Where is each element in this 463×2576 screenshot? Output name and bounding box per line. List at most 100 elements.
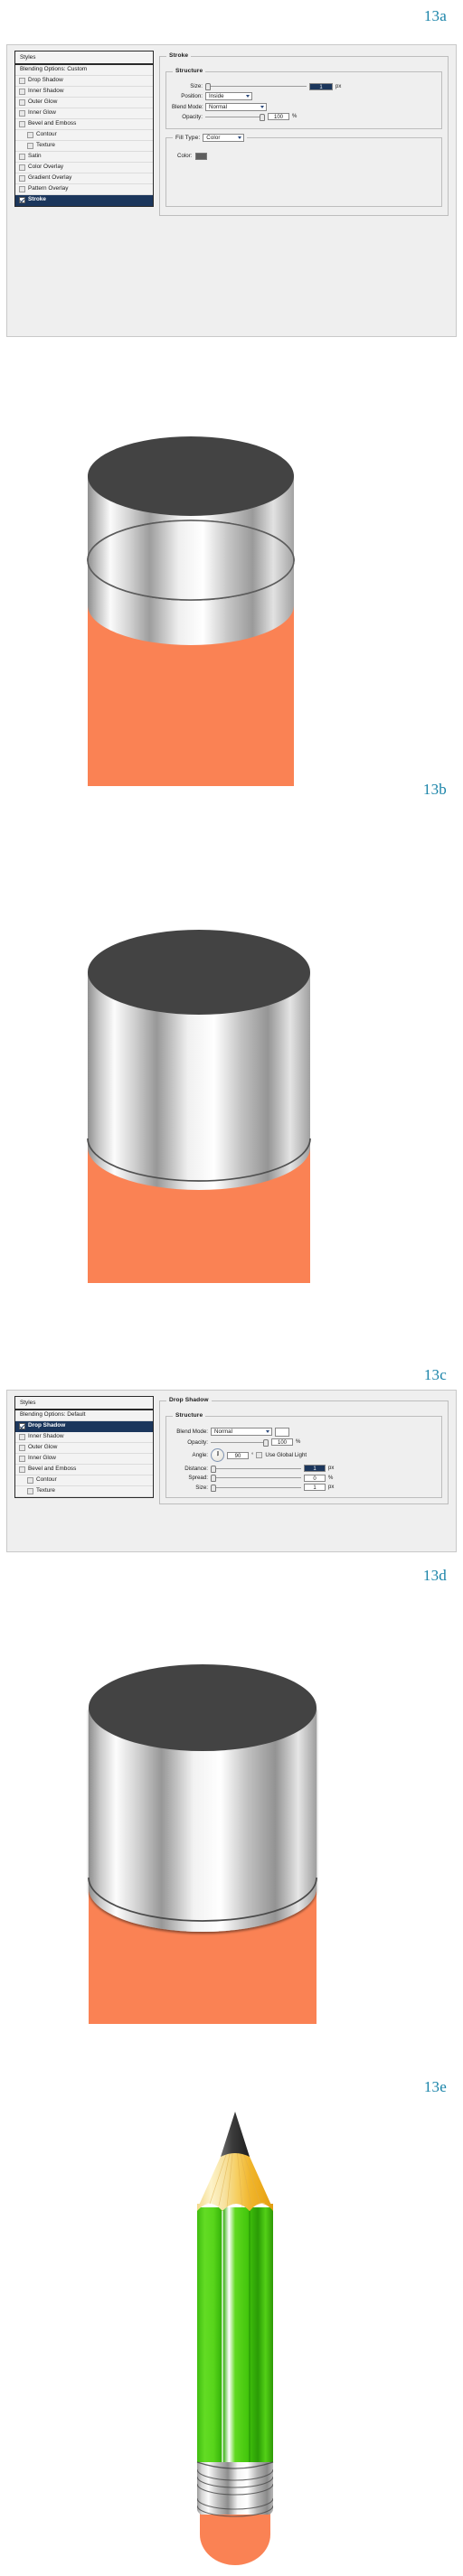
cylinder-top	[88, 436, 294, 516]
slider-knob[interactable]	[211, 1475, 216, 1482]
style-row-bevel-and-emboss[interactable]: Bevel and Emboss	[15, 1465, 153, 1475]
slider-knob[interactable]	[205, 83, 211, 90]
style-row-texture[interactable]: Texture	[15, 1486, 153, 1497]
style-row-contour[interactable]: Contour	[15, 130, 153, 141]
fill-type-select[interactable]: Color	[203, 133, 245, 142]
position-select[interactable]: Inside	[205, 92, 252, 100]
distance-slider[interactable]	[211, 1465, 301, 1473]
checkbox-icon[interactable]	[19, 174, 25, 182]
opacity-value-input[interactable]: 100	[271, 1438, 293, 1446]
structure-group-title: Structure	[173, 68, 206, 74]
style-row-stroke[interactable]: Stroke	[15, 194, 153, 206]
spread-unit: %	[328, 1475, 334, 1481]
blend-mode-select[interactable]: Normal	[205, 102, 267, 111]
checkbox-icon[interactable]	[27, 1476, 33, 1484]
style-row-inner-glow[interactable]: Inner Glow	[15, 108, 153, 119]
checkbox-icon[interactable]	[19, 164, 25, 171]
opacity-unit: %	[292, 114, 298, 119]
styles-column: Styles Blending Options: Default Drop Sh…	[7, 1391, 154, 1551]
size-unit: px	[335, 83, 342, 89]
checkbox-icon[interactable]	[19, 88, 25, 95]
checkbox-icon[interactable]	[27, 142, 33, 149]
distance-field[interactable]: Distance: 1 px	[172, 1465, 436, 1473]
blending-options-row[interactable]: Blending Options: Default	[15, 1410, 153, 1421]
figure-label-13c: 13c	[423, 1366, 447, 1383]
cylinder-artwork-13d	[54, 1590, 353, 2024]
size-slider[interactable]	[205, 83, 307, 90]
opacity-unit: %	[296, 1439, 301, 1445]
color-swatch[interactable]	[194, 152, 207, 160]
angle-field[interactable]: Angle: 90 ° Use Global Light	[172, 1448, 436, 1462]
pencil-artwork-13e	[163, 2110, 307, 2576]
opacity-value-input[interactable]: 100	[268, 113, 289, 120]
color-field[interactable]: Color:	[172, 152, 436, 160]
style-row-drop-shadow[interactable]: Drop Shadow	[15, 1420, 153, 1432]
size-label: Size:	[190, 83, 203, 89]
distance-value-input[interactable]: 1	[304, 1465, 326, 1472]
slider-knob[interactable]	[263, 1438, 269, 1447]
checkbox-checked-icon[interactable]	[19, 1422, 25, 1429]
drop-shadow-options-panel: Drop Shadow Structure Blend Mode: Normal…	[154, 1391, 456, 1551]
checkbox-icon[interactable]	[27, 1487, 33, 1494]
opacity-slider[interactable]	[211, 1438, 269, 1447]
blend-mode-field[interactable]: Blend Mode: Normal	[172, 1427, 436, 1437]
blend-mode-select[interactable]: Normal	[211, 1428, 272, 1436]
fill-type-value: Color	[206, 134, 221, 141]
style-row-inner-glow[interactable]: Inner Glow	[15, 1454, 153, 1465]
angle-dial[interactable]	[211, 1448, 224, 1462]
checkbox-checked-icon[interactable]	[19, 196, 25, 203]
style-row-outer-glow[interactable]: Outer Glow	[15, 98, 153, 108]
size-slider[interactable]	[211, 1484, 301, 1492]
spread-value-input[interactable]: 0	[304, 1474, 326, 1482]
opacity-field[interactable]: Opacity: 100 %	[172, 1438, 436, 1447]
position-field[interactable]: Position: Inside	[172, 92, 436, 100]
opacity-label: Opacity:	[182, 113, 203, 120]
cylinder-svg	[87, 930, 311, 1283]
layer-style-dialog-stroke[interactable]: Styles Blending Options: Custom Drop Sha…	[6, 44, 457, 337]
layer-style-dialog-drop-shadow[interactable]: Styles Blending Options: Default Drop Sh…	[6, 1390, 457, 1552]
checkbox-icon[interactable]	[19, 1466, 25, 1473]
style-row-bevel-and-emboss[interactable]: Bevel and Emboss	[15, 119, 153, 130]
checkbox-icon[interactable]	[19, 153, 25, 160]
style-row-contour[interactable]: Contour	[15, 1475, 153, 1486]
style-label: Contour	[36, 1475, 57, 1483]
opacity-field[interactable]: Opacity: 100 %	[172, 113, 436, 121]
spread-field[interactable]: Spread: 0 %	[172, 1474, 436, 1482]
style-row-color-overlay[interactable]: Color Overlay	[15, 163, 153, 173]
size-field[interactable]: Size: 1 px	[172, 1484, 436, 1492]
style-row-drop-shadow[interactable]: Drop Shadow	[15, 76, 153, 87]
style-row-outer-glow[interactable]: Outer Glow	[15, 1443, 153, 1454]
blend-mode-value: Normal	[209, 103, 227, 110]
shadow-color-swatch[interactable]	[275, 1427, 289, 1437]
checkbox-icon[interactable]	[19, 1444, 25, 1451]
style-label: Texture	[36, 141, 55, 148]
slider-knob[interactable]	[211, 1484, 216, 1492]
style-row-satin[interactable]: Satin	[15, 152, 153, 163]
blend-mode-field[interactable]: Blend Mode: Normal	[172, 102, 436, 111]
style-row-gradient-overlay[interactable]: Gradient Overlay	[15, 173, 153, 184]
checkbox-icon[interactable]	[27, 131, 33, 138]
checkbox-icon[interactable]	[19, 120, 25, 127]
size-value-input[interactable]: 1	[309, 82, 333, 90]
checkbox-icon[interactable]	[19, 1455, 25, 1462]
style-row-inner-shadow[interactable]: Inner Shadow	[15, 1432, 153, 1443]
size-field[interactable]: Size: 1 px	[172, 82, 436, 90]
checkbox-icon[interactable]	[19, 185, 25, 192]
checkbox-icon[interactable]	[19, 77, 25, 84]
spread-slider[interactable]	[211, 1475, 301, 1482]
slider-knob[interactable]	[211, 1465, 216, 1473]
style-row-inner-shadow[interactable]: Inner Shadow	[15, 87, 153, 98]
checkbox-icon[interactable]	[19, 109, 25, 117]
checkbox-icon[interactable]	[19, 98, 25, 106]
checkbox-icon[interactable]	[19, 1433, 25, 1440]
pencil-ferrule	[197, 2462, 273, 2517]
figure-label-13e: 13e	[423, 2078, 447, 2095]
angle-value-input[interactable]: 90	[227, 1451, 249, 1459]
slider-knob[interactable]	[260, 113, 265, 121]
size-value-input[interactable]: 1	[304, 1484, 326, 1491]
style-row-pattern-overlay[interactable]: Pattern Overlay	[15, 184, 153, 195]
blending-options-row[interactable]: Blending Options: Custom	[15, 65, 153, 76]
opacity-slider[interactable]	[205, 113, 265, 121]
use-global-light-checkbox[interactable]	[256, 1452, 263, 1458]
style-row-texture[interactable]: Texture	[15, 141, 153, 152]
